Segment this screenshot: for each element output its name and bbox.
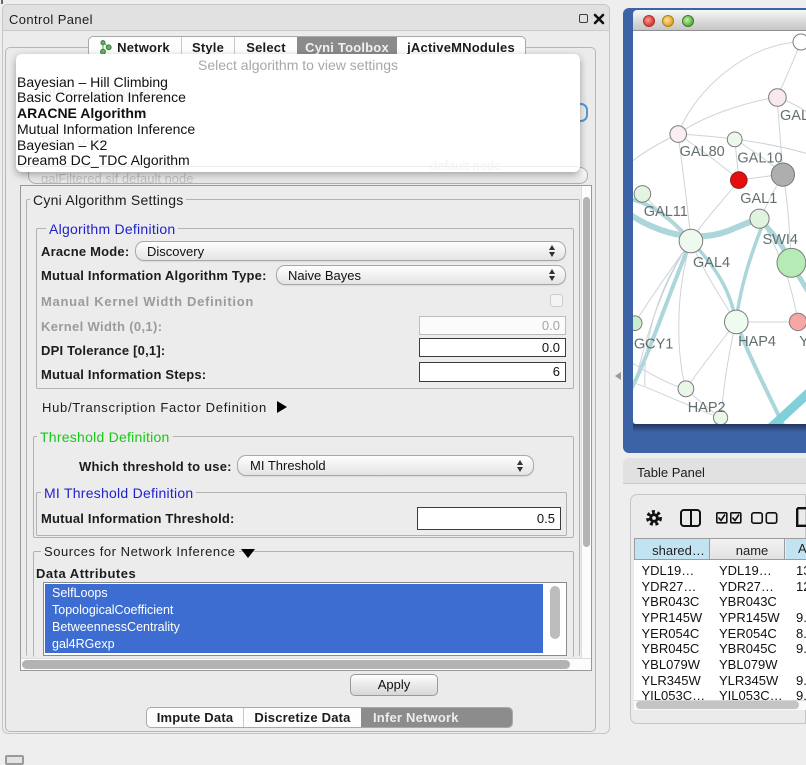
svg-text:GAL1: GAL1	[740, 191, 777, 207]
svg-text:GCY1: GCY1	[634, 336, 674, 352]
svg-text:Y: Y	[799, 334, 806, 350]
svg-text:HAP2: HAP2	[688, 400, 726, 416]
svg-text:GAL10: GAL10	[737, 150, 782, 166]
svg-text:GAL80: GAL80	[680, 144, 725, 160]
svg-text:GAL11: GAL11	[644, 204, 688, 220]
svg-text:HAP4: HAP4	[738, 334, 776, 350]
svg-text:SWI4: SWI4	[763, 232, 798, 248]
svg-text:GAL2: GAL2	[780, 108, 806, 124]
svg-text:GAL4: GAL4	[693, 255, 730, 271]
